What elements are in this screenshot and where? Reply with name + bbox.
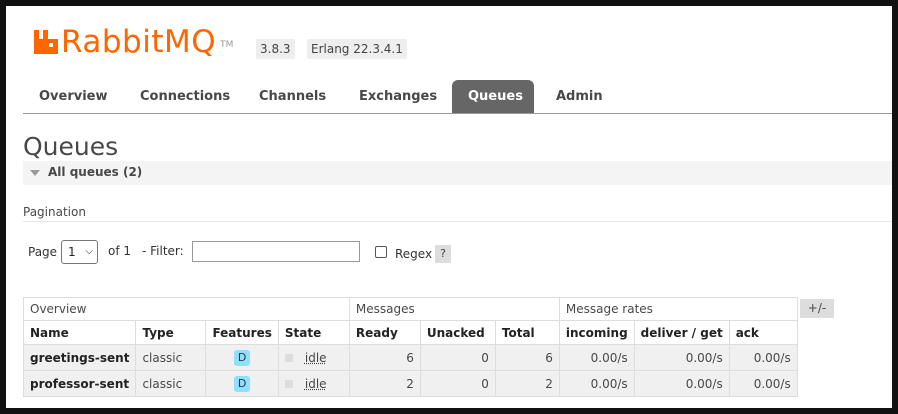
total-count: 2 — [494, 370, 560, 397]
main-nav-tabs: Overview Connections Channels Exchanges … — [23, 80, 892, 114]
durable-badge: D — [233, 349, 251, 366]
tab-queues[interactable]: Queues — [452, 80, 534, 113]
erlang-version-badge: Erlang 22.3.4.1 — [307, 39, 407, 59]
tab-admin[interactable]: Admin — [540, 80, 619, 113]
tab-overview[interactable]: Overview — [23, 80, 124, 113]
ready-count: 6 — [348, 344, 421, 371]
column-header-ready[interactable]: Ready — [348, 320, 421, 345]
column-header-features[interactable]: Features — [205, 320, 279, 345]
collapse-triangle-icon — [30, 170, 40, 176]
queues-table: Overview Messages Message rates Name Typ… — [22, 297, 798, 397]
column-header-deliver-get[interactable]: deliver / get — [633, 320, 730, 345]
total-count: 6 — [494, 344, 560, 371]
regex-checkbox[interactable] — [375, 246, 387, 258]
chevron-down-icon: ⌵ — [85, 246, 93, 257]
ack-rate: 0.00/s — [728, 370, 798, 397]
state-label: idle — [304, 350, 327, 365]
page-label: Page — [28, 245, 58, 259]
durable-badge: D — [233, 375, 251, 392]
column-header-total[interactable]: Total — [494, 320, 560, 345]
incoming-rate: 0.00/s — [558, 344, 635, 371]
column-header-state[interactable]: State — [277, 320, 350, 345]
logo-text: RabbitMQ — [61, 24, 217, 60]
page-select[interactable]: 1 ⌵ — [61, 240, 98, 264]
queue-type: classic — [135, 370, 207, 397]
state-cell: idle — [277, 370, 350, 397]
unacked-count: 0 — [419, 344, 496, 371]
tab-exchanges[interactable]: Exchanges — [343, 80, 453, 113]
filter-label: - Filter: — [142, 244, 184, 258]
column-header-unacked[interactable]: Unacked — [419, 320, 496, 345]
version-badge: 3.8.3 — [256, 39, 295, 59]
page-title: Queues — [23, 132, 119, 161]
group-header-message-rates: Message rates — [558, 297, 798, 321]
column-header-type[interactable]: Type — [135, 320, 207, 345]
column-header-name[interactable]: Name — [22, 320, 137, 345]
all-queues-section-toggle[interactable]: All queues (2) — [23, 161, 892, 185]
tab-channels[interactable]: Channels — [243, 80, 342, 113]
unacked-count: 0 — [419, 370, 496, 397]
group-header-overview: Overview — [23, 297, 350, 321]
ack-rate: 0.00/s — [728, 344, 798, 371]
page-select-value: 1 — [68, 245, 76, 259]
column-header-ack[interactable]: ack — [728, 320, 798, 345]
group-header-messages: Messages — [348, 297, 560, 321]
page-count-label: of 1 — [108, 244, 132, 258]
deliver-get-rate: 0.00/s — [633, 370, 730, 397]
filter-input[interactable] — [192, 241, 360, 262]
features-cell: D — [205, 370, 279, 397]
queue-name-link[interactable]: greetings-sent — [22, 344, 137, 371]
tab-connections[interactable]: Connections — [124, 80, 246, 113]
ready-count: 2 — [348, 370, 421, 397]
table-row[interactable]: professor-sent classic D idle 2 0 2 0.00… — [22, 370, 798, 397]
state-cell: idle — [277, 344, 350, 371]
column-header-incoming[interactable]: incoming — [558, 320, 635, 345]
rabbit-logo-icon — [34, 30, 58, 54]
queue-name-link[interactable]: professor-sent — [22, 370, 137, 397]
state-indicator-icon — [284, 354, 293, 362]
state-indicator-icon — [284, 380, 293, 388]
logo-trademark: TM — [220, 40, 234, 50]
features-cell: D — [205, 344, 279, 371]
table-row[interactable]: greetings-sent classic D idle 6 0 6 0.00… — [22, 344, 798, 371]
deliver-get-rate: 0.00/s — [633, 344, 730, 371]
state-label: idle — [304, 376, 327, 391]
divider — [23, 221, 892, 222]
toggle-columns-button[interactable]: +/- — [800, 299, 834, 318]
section-label: All queues (2) — [48, 165, 143, 179]
rabbitmq-logo[interactable]: RabbitMQ TM — [34, 20, 233, 60]
pagination-title: Pagination — [23, 205, 86, 219]
page: RabbitMQ TM 3.8.3 Erlang 22.3.4.1 Overvi… — [6, 6, 892, 408]
incoming-rate: 0.00/s — [558, 370, 635, 397]
regex-help-button[interactable]: ? — [435, 245, 451, 263]
regex-label: Regex — [395, 247, 433, 261]
queue-type: classic — [135, 344, 207, 371]
